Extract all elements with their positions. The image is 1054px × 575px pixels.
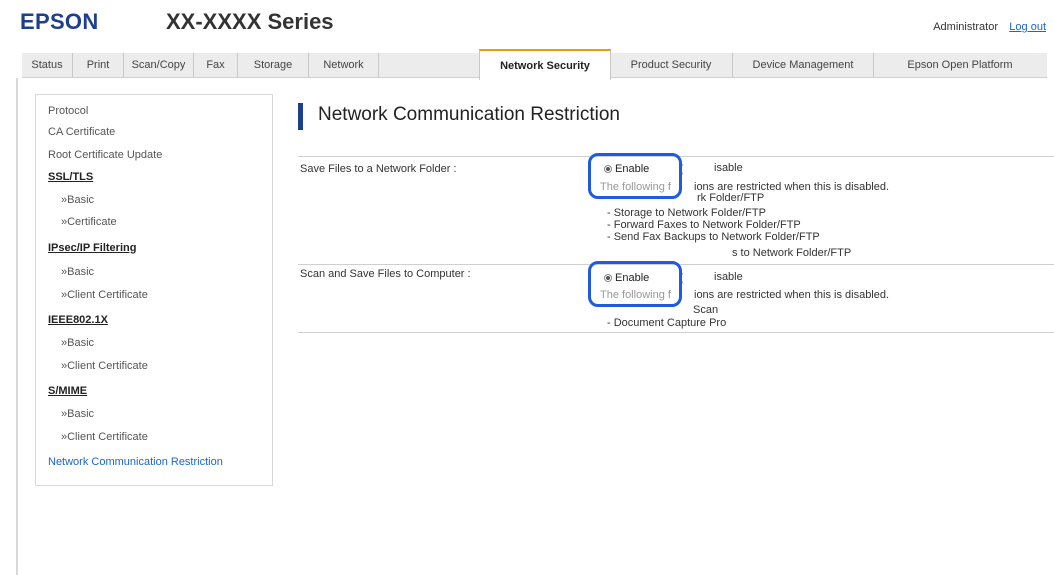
radio-partial-icon: (: [680, 163, 684, 175]
sidebar-section-ssl-tls[interactable]: SSL/TLS: [48, 171, 93, 183]
tab-product-security[interactable]: Product Security: [610, 53, 733, 77]
page-title: Network Communication Restriction: [318, 104, 620, 125]
sidebar-item-ipsec-client-certificate[interactable]: »Client Certificate: [61, 289, 148, 301]
sidebar-item-smime-client-certificate[interactable]: »Client Certificate: [61, 431, 148, 443]
radio-label-enable: Enable: [615, 163, 650, 175]
row-divider: [298, 264, 1054, 265]
tab-storage[interactable]: Storage: [238, 53, 309, 77]
sidebar-item-protocol[interactable]: Protocol: [48, 105, 88, 117]
sidebar-item-smime-basic[interactable]: »Basic: [61, 408, 94, 420]
row-divider: [298, 332, 1054, 333]
title-accent-bar: [298, 103, 303, 130]
desc-line: - Storage to Network Folder/FTP: [607, 207, 766, 219]
desc-line-partial: The following f: [600, 181, 671, 193]
radio-disable-save-network-folder[interactable]: (: [680, 163, 684, 175]
desc-line: - Document Capture Pro: [607, 317, 727, 329]
radio-checked-icon[interactable]: [604, 274, 612, 282]
sidebar-item-ssl-basic[interactable]: »Basic: [61, 194, 94, 206]
sidebar-item-network-communication-restriction[interactable]: Network Communication Restriction: [48, 456, 223, 468]
tab-network[interactable]: Network: [309, 53, 379, 77]
radio-checked-icon[interactable]: [604, 165, 612, 173]
tab-bar: Status Print Scan/Copy Fax Storage Netwo…: [22, 49, 1047, 80]
desc-line: rk Folder/FTP: [697, 192, 765, 204]
tab-device-management[interactable]: Device Management: [733, 53, 874, 77]
row-divider: [298, 156, 1054, 157]
sidebar-item-ipsec-basic[interactable]: »Basic: [61, 266, 94, 278]
sidebar-item-ieee-basic[interactable]: »Basic: [61, 337, 94, 349]
user-label: Administrator: [933, 21, 998, 33]
tab-status[interactable]: Status: [22, 53, 73, 77]
desc-line: - Forward Faxes to Network Folder/FTP: [607, 219, 801, 231]
model-name: XX-XXXX Series: [166, 9, 334, 34]
desc-line: Scan: [693, 304, 719, 316]
brand-logo: EPSON: [20, 9, 99, 34]
sidebar-item-ca-certificate[interactable]: CA Certificate: [48, 126, 115, 138]
sidebar: Protocol CA Certificate Root Certificate…: [35, 94, 273, 486]
sidebar-section-ipsec[interactable]: IPsec/IP Filtering: [48, 242, 136, 254]
radio-enable-save-network-folder[interactable]: Enable: [604, 163, 649, 175]
radio-label-disable: isable: [714, 162, 743, 174]
radio-label-enable: Enable: [615, 272, 650, 284]
desc-line: - Send Fax Backups to Network Folder/FTP: [607, 231, 820, 243]
logout-link[interactable]: Log out: [1009, 21, 1046, 33]
content-frame-border: [16, 78, 18, 575]
header: EPSON XX-XXXX Series Administrator Log o…: [0, 0, 1054, 46]
tab-fax[interactable]: Fax: [194, 53, 238, 77]
radio-enable-scan-save-computer[interactable]: Enable: [604, 272, 649, 284]
setting-label-scan-save-computer: Scan and Save Files to Computer :: [300, 268, 471, 280]
tab-network-security[interactable]: Network Security: [479, 49, 611, 80]
tab-epson-open-platform[interactable]: Epson Open Platform: [874, 53, 1046, 77]
sidebar-section-ieee8021x[interactable]: IEEE802.1X: [48, 314, 108, 326]
tab-print[interactable]: Print: [73, 53, 124, 77]
desc-line: s to Network Folder/FTP: [732, 247, 852, 259]
desc-line: ions are restricted when this is disable…: [694, 289, 890, 301]
tab-scan-copy[interactable]: Scan/Copy: [124, 53, 194, 77]
sidebar-item-root-certificate-update[interactable]: Root Certificate Update: [48, 149, 162, 161]
sidebar-section-smime[interactable]: S/MIME: [48, 385, 87, 397]
radio-label-disable: isable: [714, 271, 743, 283]
desc-line-partial: The following f: [600, 289, 671, 301]
radio-partial-icon: (: [680, 272, 684, 284]
setting-label-save-files-network-folder: Save Files to a Network Folder :: [300, 163, 457, 175]
radio-disable-scan-save-computer[interactable]: (: [680, 272, 684, 284]
sidebar-item-ieee-client-certificate[interactable]: »Client Certificate: [61, 360, 148, 372]
sidebar-item-ssl-certificate[interactable]: »Certificate: [61, 216, 117, 228]
